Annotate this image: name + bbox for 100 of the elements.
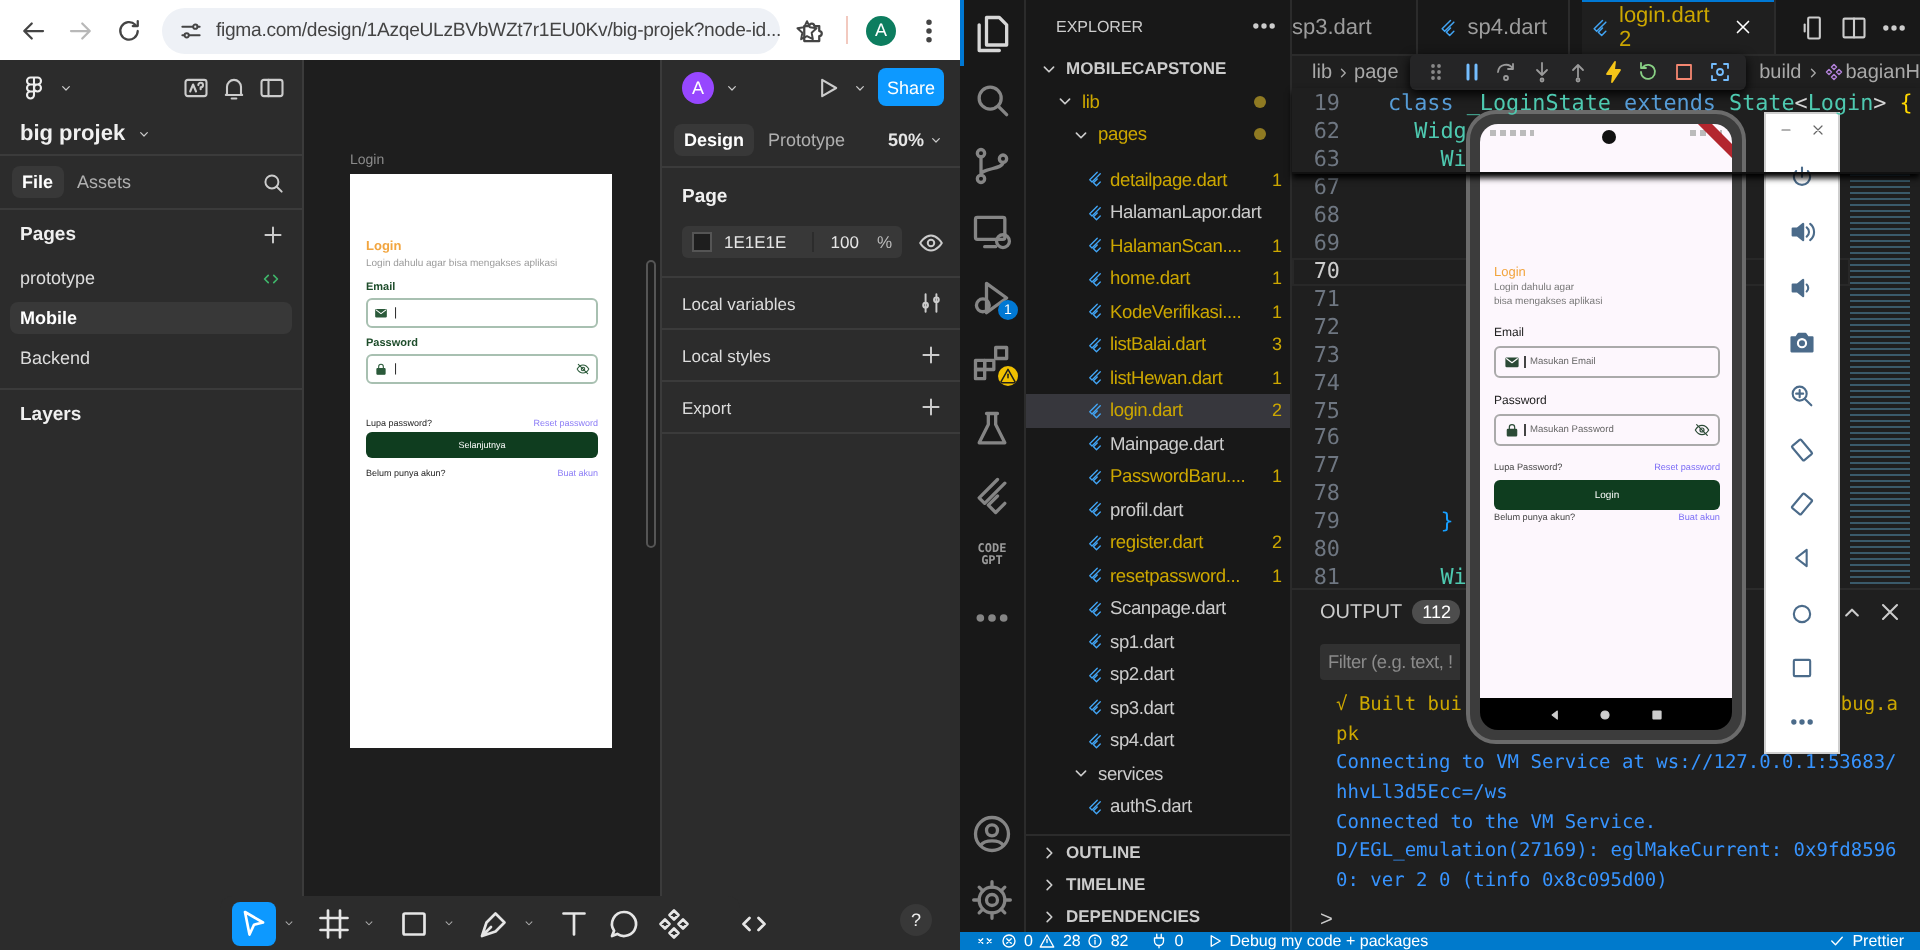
hide-password-icon[interactable] <box>1694 422 1710 438</box>
breadcrumb-item[interactable]: page <box>1354 61 1399 83</box>
profile-avatar[interactable]: A <box>866 15 896 45</box>
zoom-level[interactable]: 50% <box>887 130 924 150</box>
accounts-icon[interactable] <box>970 811 1014 855</box>
warning-icon[interactable] <box>1038 932 1057 950</box>
debug-icon[interactable] <box>1205 932 1224 950</box>
close-icon[interactable] <box>1732 16 1754 38</box>
stop-icon[interactable] <box>1672 60 1697 84</box>
sidebar-item[interactable]: prototype <box>10 262 292 294</box>
caret-icon[interactable] <box>522 916 536 930</box>
formatter-status[interactable]: Prettier <box>1852 932 1904 950</box>
project-name[interactable]: MOBILECAPSTONE <box>1066 58 1227 79</box>
back-icon[interactable] <box>1548 707 1563 721</box>
home-icon[interactable] <box>1598 707 1613 721</box>
search-icon[interactable] <box>260 169 286 195</box>
variables-icon[interactable] <box>918 290 944 316</box>
add-icon[interactable] <box>918 342 944 368</box>
panel-tab[interactable]: Design <box>674 124 755 156</box>
error-icon[interactable] <box>1000 932 1018 950</box>
folder-item[interactable]: lib <box>1026 85 1290 118</box>
file-item[interactable]: profil.dart <box>1026 493 1290 526</box>
reload-button[interactable] <box>114 15 144 45</box>
sidebar-toggle-icon[interactable] <box>258 73 286 101</box>
hot-reload-icon[interactable] <box>1601 60 1626 84</box>
breadcrumb-item[interactable]: lib <box>1312 61 1333 83</box>
bookmark-star-icon[interactable] <box>793 17 820 43</box>
remote-icon[interactable] <box>976 932 994 950</box>
source-control-icon[interactable] <box>970 143 1014 187</box>
folder-item[interactable]: pages <box>1026 118 1290 151</box>
file-item[interactable]: home.dart 1 <box>1026 262 1290 295</box>
file-item[interactable]: resetpassword... 1 <box>1026 559 1290 592</box>
restart-icon[interactable] <box>1636 60 1661 84</box>
camera-icon[interactable] <box>1788 327 1816 356</box>
file-item[interactable]: sp2.dart <box>1026 658 1290 691</box>
file-item[interactable]: sp3.dart <box>1026 691 1290 724</box>
caret-icon[interactable] <box>282 916 296 930</box>
filter-field[interactable]: Filter (e.g. text, ! <box>1320 644 1460 681</box>
panel-heading[interactable]: DEPENDENCIES <box>1066 906 1201 926</box>
caret-icon[interactable] <box>928 132 944 148</box>
panel-tab[interactable]: File <box>12 166 64 198</box>
inspect-icon[interactable] <box>1708 60 1732 84</box>
file-item[interactable]: login.dart 2 <box>1026 394 1290 427</box>
zoom-icon[interactable] <box>1788 381 1816 410</box>
caret-icon[interactable] <box>362 916 376 930</box>
panel-tab[interactable]: Prototype <box>758 124 856 156</box>
figma-logo-icon[interactable] <box>20 73 48 101</box>
file-item[interactable]: sp1.dart <box>1026 625 1290 658</box>
sidebar-item[interactable]: Backend <box>10 342 292 374</box>
caret-icon[interactable] <box>442 916 456 930</box>
user-avatar[interactable]: A <box>682 71 714 103</box>
file-item[interactable]: PasswordBaru.... 1 <box>1026 460 1290 493</box>
error-count[interactable]: 0 <box>1024 932 1033 950</box>
output-tab[interactable]: OUTPUT <box>1320 601 1403 624</box>
file-item[interactable]: detailpage.dart 1 <box>1026 163 1290 196</box>
home-icon[interactable] <box>1788 599 1816 628</box>
file-item[interactable]: KodeVerifikasi.... 1 <box>1026 295 1290 328</box>
ports-icon[interactable] <box>1150 932 1169 950</box>
info-count[interactable]: 82 <box>1110 932 1129 950</box>
panel-tab[interactable]: Assets <box>67 166 142 198</box>
volume-up-icon[interactable] <box>1788 218 1816 247</box>
file-item[interactable]: listBalai.dart 3 <box>1026 328 1290 361</box>
page-color-field[interactable]: 1E1E1E 100 % <box>682 226 902 258</box>
file-item[interactable]: authS.dart <box>1026 790 1290 823</box>
settings-icon[interactable] <box>970 877 1014 921</box>
step-over-icon[interactable] <box>1494 60 1519 84</box>
hide-password-icon[interactable] <box>576 362 590 376</box>
panel-heading[interactable]: OUTLINE <box>1066 842 1141 862</box>
sidebar-item[interactable]: Mobile <box>10 302 292 334</box>
overview-icon[interactable] <box>1788 653 1816 682</box>
file-item[interactable]: HalamanScan.... 1 <box>1026 229 1290 262</box>
file-item[interactable]: register.dart 2 <box>1026 526 1290 559</box>
font-icon[interactable] <box>182 73 210 101</box>
scrollbar[interactable] <box>646 260 656 548</box>
split-editor-icon[interactable] <box>1840 13 1868 41</box>
breadcrumb-item[interactable]: build <box>1759 61 1802 83</box>
file-item[interactable]: listHewan.dart 1 <box>1026 361 1290 394</box>
add-page-icon[interactable] <box>260 221 286 247</box>
recents-icon[interactable] <box>1649 707 1664 721</box>
file-item[interactable]: HalamanLapor.dart <box>1026 196 1290 229</box>
editor-tab[interactable]: sp3.dart <box>1292 0 1418 54</box>
move-tool-icon[interactable] <box>232 901 276 945</box>
notifications-icon[interactable] <box>220 73 248 101</box>
check-icon[interactable] <box>1828 932 1847 950</box>
rotate-left-icon[interactable] <box>1788 436 1816 465</box>
file-item[interactable]: sp4.dart <box>1026 724 1290 757</box>
info-icon[interactable] <box>1086 932 1105 950</box>
extensions-icon[interactable] <box>970 341 1014 385</box>
file-item[interactable]: Scanpage.dart <box>1026 592 1290 625</box>
file-item[interactable]: Mainpage.dart <box>1026 427 1290 460</box>
editor-tab[interactable]: login.dart 2 <box>1581 0 1776 54</box>
panel-heading[interactable]: TIMELINE <box>1066 874 1146 894</box>
rotate-right-icon[interactable] <box>1788 490 1816 519</box>
caret-icon[interactable] <box>135 126 152 142</box>
breadcrumb-item[interactable]: bagianH <box>1845 61 1920 83</box>
debug-config[interactable]: Debug my code + packages <box>1229 932 1429 950</box>
warning-count[interactable]: 28 <box>1062 932 1081 950</box>
visibility-icon[interactable] <box>918 229 944 255</box>
folder-item[interactable]: services <box>1026 757 1290 790</box>
ports-count[interactable]: 0 <box>1174 932 1184 950</box>
